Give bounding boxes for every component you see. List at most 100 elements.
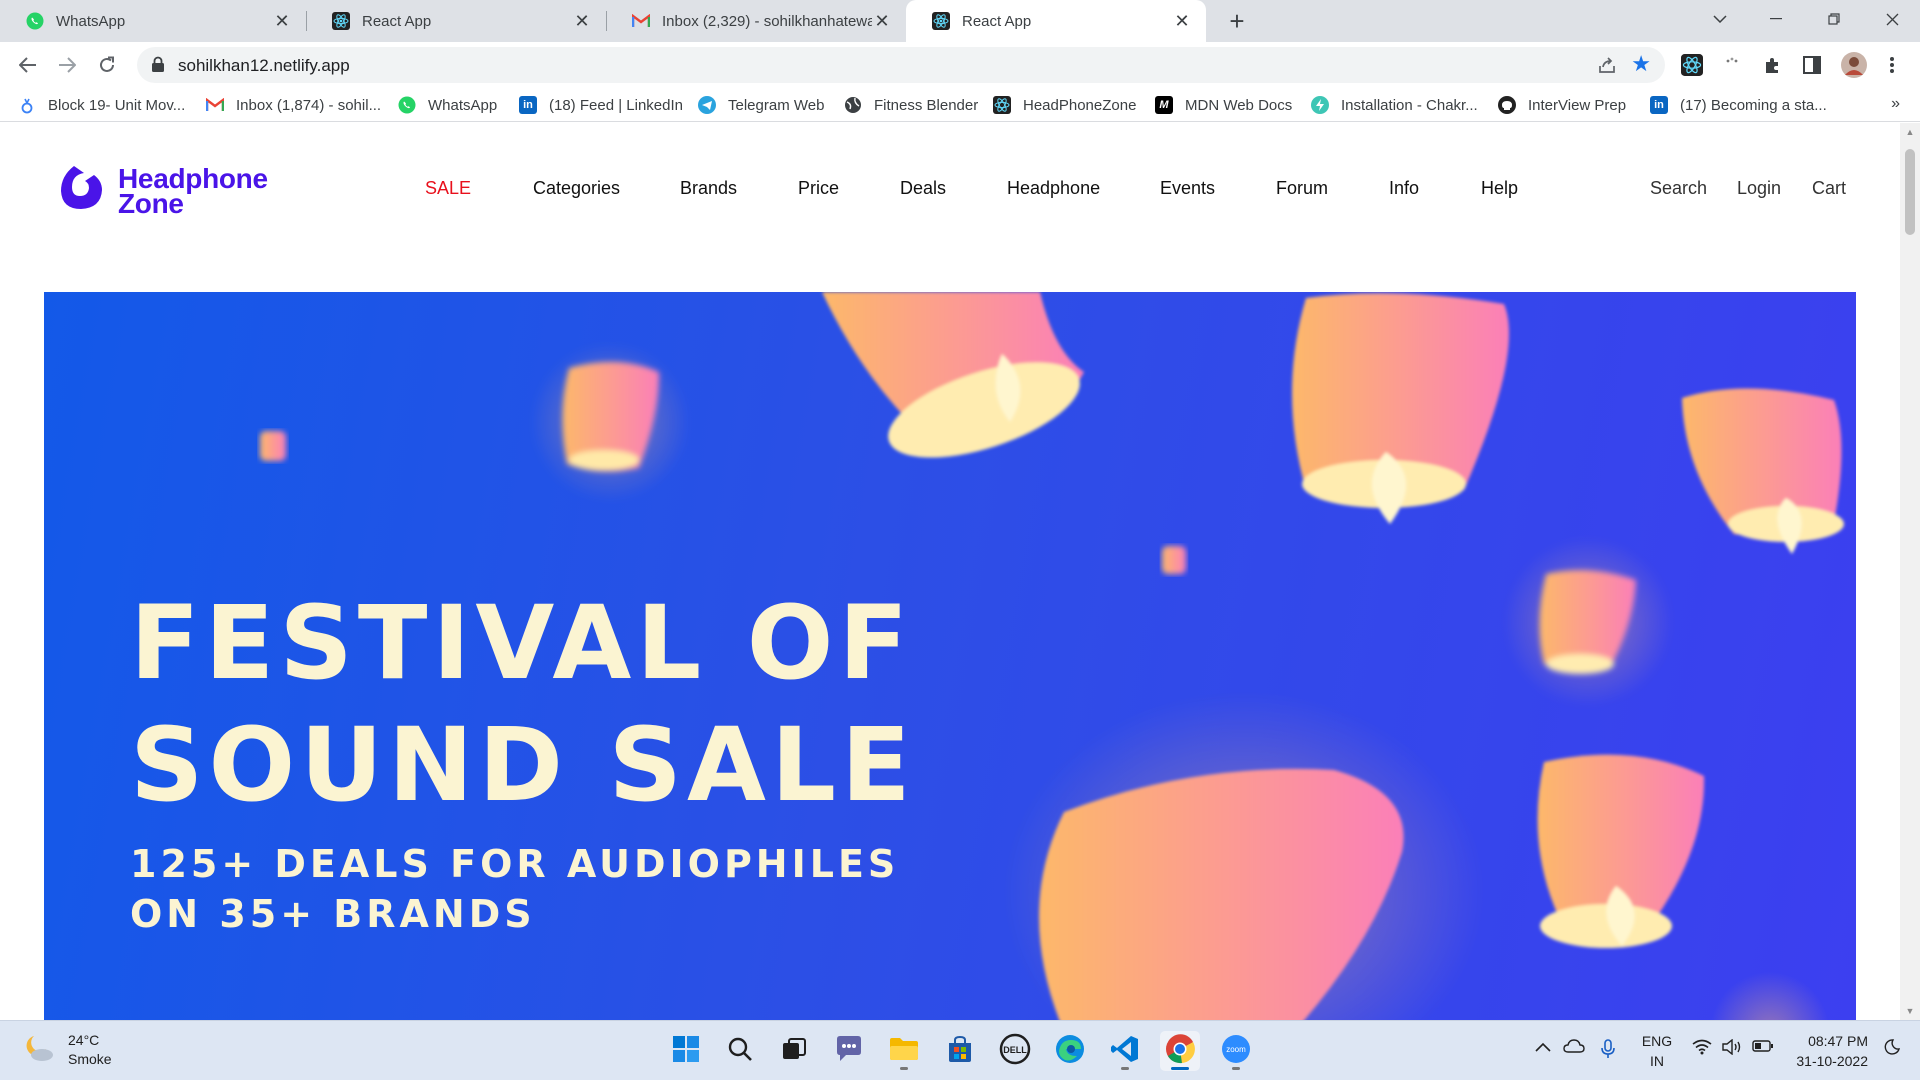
tab-search-icon[interactable]: [1692, 0, 1748, 38]
zoom-button[interactable]: zoom: [1216, 1031, 1256, 1071]
scroll-down-arrow-icon[interactable]: ▼: [1905, 1006, 1915, 1016]
chrome-menu-icon[interactable]: [1880, 53, 1904, 77]
dell-app-button[interactable]: DELL: [995, 1031, 1035, 1071]
close-icon[interactable]: ✕: [272, 11, 292, 31]
login-link[interactable]: Login: [1737, 178, 1781, 199]
banner-headline: FESTIVAL OF SOUND SALE: [130, 583, 916, 827]
page-scrollbar[interactable]: ▲ ▼: [1900, 123, 1920, 1020]
nav-forum[interactable]: Forum: [1276, 178, 1328, 199]
close-window-button[interactable]: [1864, 0, 1920, 38]
nav-brands[interactable]: Brands: [680, 178, 737, 199]
language-indicator[interactable]: ENG IN: [1641, 1031, 1673, 1071]
bookmark-item[interactable]: M MDN Web Docs: [1155, 94, 1292, 116]
search-icon: [727, 1036, 753, 1067]
site-logo[interactable]: Headphone Zone: [58, 163, 268, 218]
scrollbar-thumb[interactable]: [1905, 149, 1915, 235]
url-text[interactable]: sohilkhan12.netlify.app: [178, 56, 350, 76]
tab-title: React App: [362, 12, 432, 30]
close-icon[interactable]: ✕: [1172, 11, 1192, 31]
bookmark-item[interactable]: Fitness Blender: [844, 94, 978, 116]
close-icon[interactable]: ✕: [872, 11, 892, 31]
system-clock[interactable]: 08:47 PM 31-10-2022: [1792, 1031, 1868, 1071]
chrome-button[interactable]: [1160, 1031, 1200, 1071]
bookmark-item[interactable]: Inbox (1,874) - sohil...: [206, 94, 381, 116]
zoom-icon: zoom: [1221, 1034, 1251, 1069]
minimize-button[interactable]: [1748, 0, 1804, 38]
lantern: [1162, 546, 1186, 574]
language-code: ENG: [1641, 1033, 1673, 1049]
tab-react-app-active[interactable]: React App ✕: [906, 0, 1206, 42]
bookmark-label: Fitness Blender: [874, 96, 979, 114]
address-bar[interactable]: sohilkhan12.netlify.app ★: [137, 47, 1665, 83]
lantern: [1537, 754, 1705, 948]
whatsapp-icon: [398, 96, 416, 114]
teams-chat-icon: [834, 1035, 864, 1068]
banner-headline-line-1: FESTIVAL OF: [130, 584, 914, 703]
react-devtools-extension-icon[interactable]: [1680, 53, 1704, 77]
nav-price[interactable]: Price: [798, 178, 839, 199]
back-button[interactable]: [13, 50, 43, 80]
lantern: [1004, 692, 1484, 1020]
teams-chat-button[interactable]: [829, 1031, 869, 1071]
wifi-icon[interactable]: [1692, 1039, 1712, 1060]
tab-whatsapp[interactable]: WhatsApp ✕: [0, 0, 306, 42]
forward-button[interactable]: [52, 50, 82, 80]
banner-sub-line-1: 125+ DEALS FOR AUDIOPHILES: [130, 842, 900, 886]
nav-help[interactable]: Help: [1481, 178, 1518, 199]
festival-sale-banner[interactable]: FESTIVAL OF SOUND SALE 125+ DEALS FOR AU…: [44, 292, 1856, 1020]
scroll-up-arrow-icon[interactable]: ▲: [1905, 127, 1915, 137]
microphone-icon[interactable]: [1601, 1039, 1615, 1064]
reload-button[interactable]: [92, 50, 122, 80]
restore-button[interactable]: [1806, 0, 1862, 38]
bookmark-item[interactable]: InterView Prep: [1498, 94, 1626, 116]
nav-sale[interactable]: SALE: [425, 178, 471, 199]
bookmark-item[interactable]: HeadPhoneZone: [993, 94, 1136, 116]
bookmark-star-icon[interactable]: ★: [1631, 52, 1651, 76]
edge-browser-button[interactable]: [1050, 1031, 1090, 1071]
lock-icon[interactable]: [151, 56, 169, 74]
notification-moon-icon[interactable]: [1884, 1039, 1900, 1060]
nav-events[interactable]: Events: [1160, 178, 1215, 199]
tab-react-app[interactable]: React App ✕: [306, 0, 606, 42]
taskbar-search-button[interactable]: [720, 1031, 760, 1071]
extensions-puzzle-icon[interactable]: [1761, 53, 1785, 77]
headphone-zone-logo-icon: [58, 163, 104, 218]
chrome-icon: [1165, 1033, 1195, 1069]
share-icon[interactable]: [1597, 55, 1617, 75]
onedrive-cloud-icon[interactable]: [1563, 1039, 1585, 1058]
app-running-indicator: [1232, 1067, 1240, 1070]
close-icon[interactable]: ✕: [572, 11, 592, 31]
cart-link[interactable]: Cart: [1812, 178, 1846, 199]
lantern: [1682, 388, 1844, 554]
battery-icon[interactable]: [1752, 1039, 1774, 1057]
tab-gmail-inbox[interactable]: Inbox (2,329) - sohilkhanhatewa ✕: [606, 0, 906, 42]
tab-title: React App: [962, 12, 1032, 30]
start-button[interactable]: [666, 1031, 706, 1071]
bookmark-item[interactable]: Installation - Chakr...: [1311, 94, 1478, 116]
store-icon: [946, 1035, 974, 1068]
nav-info[interactable]: Info: [1389, 178, 1419, 199]
weather-widget[interactable]: 24°C Smoke: [22, 1031, 112, 1069]
search-link[interactable]: Search: [1650, 178, 1707, 199]
chevron-up-icon[interactable]: [1535, 1039, 1551, 1057]
volume-icon[interactable]: [1722, 1038, 1742, 1060]
extension-loader-icon[interactable]: [1720, 53, 1744, 77]
nav-headphone[interactable]: Headphone: [1007, 178, 1100, 199]
task-view-button[interactable]: [774, 1031, 814, 1071]
profile-avatar[interactable]: [1839, 50, 1869, 80]
new-tab-button[interactable]: +: [1222, 6, 1252, 36]
more-bookmarks-button[interactable]: »: [1891, 95, 1900, 113]
bookmark-item[interactable]: WhatsApp: [398, 94, 497, 116]
nav-deals[interactable]: Deals: [900, 178, 946, 199]
bookmark-item[interactable]: in (17) Becoming a sta...: [1650, 94, 1827, 116]
vscode-button[interactable]: [1105, 1031, 1145, 1071]
bookmark-item[interactable]: Telegram Web: [698, 94, 824, 116]
bookmark-item[interactable]: in (18) Feed | LinkedIn: [519, 94, 683, 116]
microsoft-store-button[interactable]: [940, 1031, 980, 1071]
nav-categories[interactable]: Categories: [533, 178, 620, 199]
tab-title: Inbox (2,329) - sohilkhanhatewa: [662, 12, 872, 30]
bookmark-label: MDN Web Docs: [1185, 96, 1293, 114]
bookmark-item[interactable]: Block 19- Unit Mov...: [18, 94, 185, 116]
side-panel-icon[interactable]: [1800, 53, 1824, 77]
file-explorer-button[interactable]: [884, 1031, 924, 1071]
